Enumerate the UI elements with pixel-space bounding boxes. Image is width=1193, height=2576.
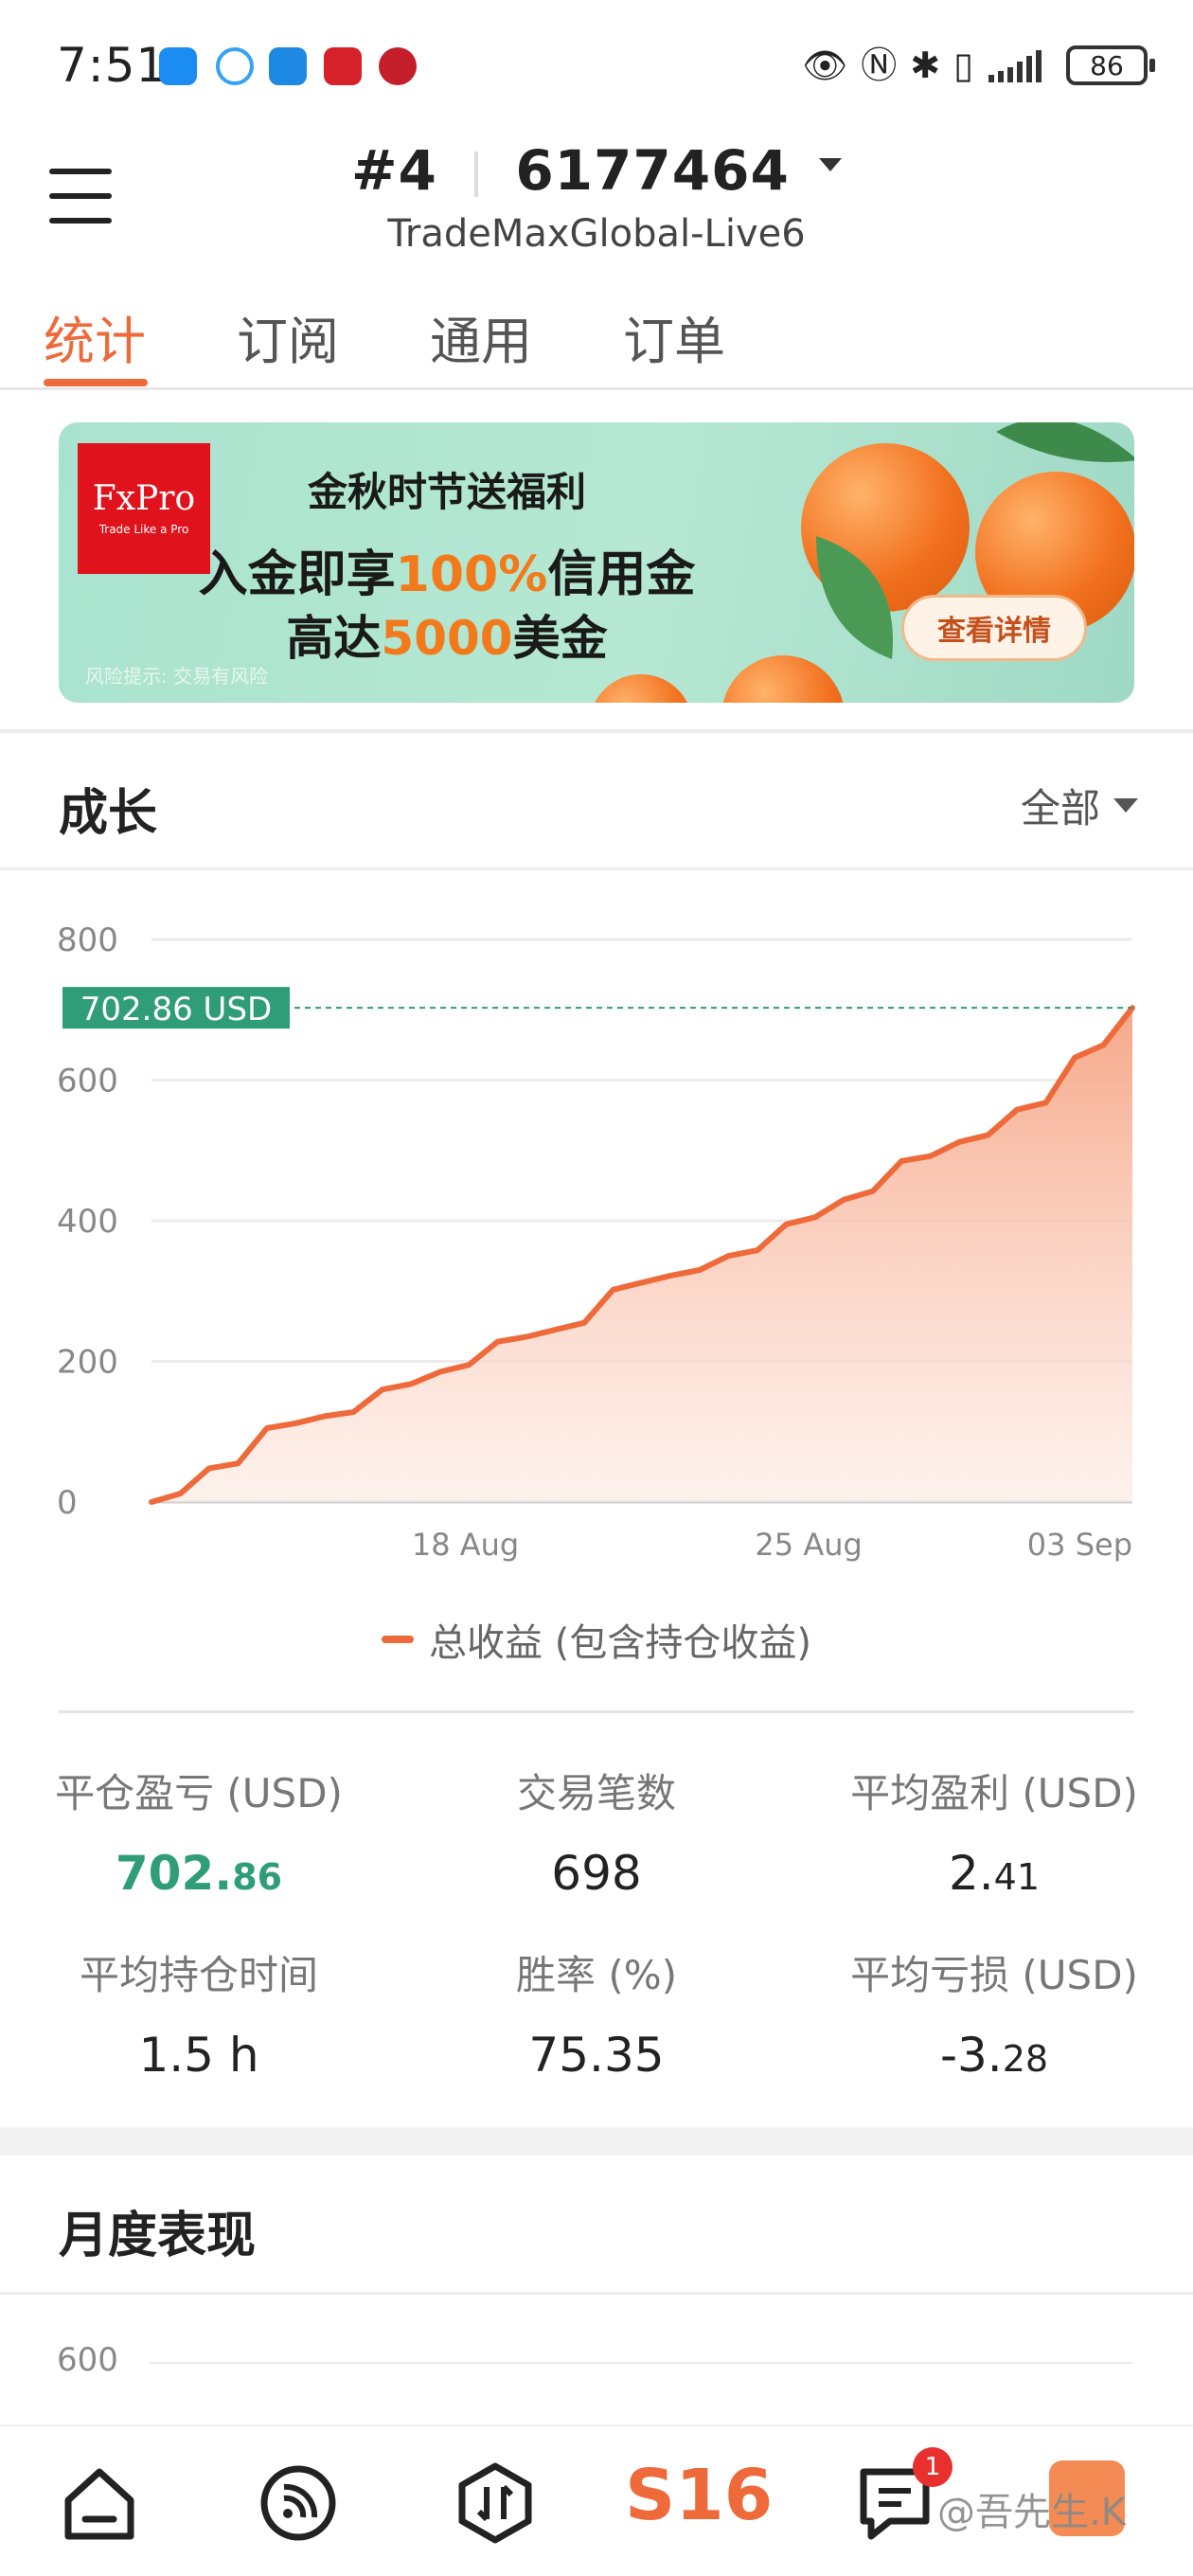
section-gap [0,2127,1193,2156]
account-number: 6177464 [515,138,790,203]
growth-chart: 800 600 400 200 0 702.86 USD 18 Aug 25 Aug 03 Se… [57,921,1135,1563]
battery-indicator: 86 [1066,45,1155,85]
closed-pl-label: 平仓盈亏 (USD) [55,1770,343,1816]
growth-area [151,1008,1132,1502]
win-rate-label: 胜率 (%) [515,1952,678,1998]
tab-general[interactable]: 通用 [430,299,532,374]
stat-trades: 交易笔数 698 [398,1762,795,1901]
chat-icon [159,47,197,85]
x-tick-label: 03 Sep [1027,1527,1132,1563]
chart-legend[interactable]: 总收益 (包含持仓收益) [0,1612,1193,1667]
signal-icon [988,50,1042,82]
nfc-icon: Ⓝ [861,45,898,86]
vibrate-icon: ▯ [953,45,973,86]
feed-icon[interactable] [256,2460,341,2546]
tab-statistics[interactable]: 统计 [44,299,146,374]
y-tick-label: 600 [57,1063,118,1100]
status-time: 7:51 [57,38,168,93]
stats-divider [59,1710,1134,1713]
trade-icon[interactable] [453,2460,538,2546]
growth-filter-label: 全部 [1020,785,1100,832]
win-rate-value: 75.35 [528,2028,665,2083]
status-bar: 7:51 👁 Ⓝ ✱ ▯ 86 [0,0,1193,133]
legend-swatch [382,1636,415,1643]
active-tab-indicator [44,379,148,386]
y-tick-label: 800 [57,921,118,959]
banner-amount: 高达5000美金 [286,611,608,666]
section-divider [0,2292,1193,2295]
orange-decoration [589,674,693,703]
avg-hold-value: 1.5 h [138,2028,259,2083]
avg-hold-label: 平均持仓时间 [79,1952,318,1998]
stat-closed-pl: 平仓盈亏 (USD) 702.86 [0,1762,398,1901]
tab-bar: 统计 订阅 通用 订单 [0,284,1193,390]
stat-avg-hold: 平均持仓时间 1.5 h [0,1943,398,2083]
x-tick-label: 25 Aug [755,1527,862,1563]
current-value-label: 702.86 USD [80,991,272,1029]
stat-avg-loss: 平均亏损 (USD) -3.28 [795,1943,1193,2083]
trades-label: 交易笔数 [516,1770,676,1816]
y-tick-label: 400 [57,1203,118,1241]
account-selector[interactable]: #4 6177464 [0,138,1193,203]
avg-loss-label: 平均亏损 (USD) [850,1952,1138,1998]
bluetooth-icon: ✱ [910,45,941,86]
stat-win-rate: 胜率 (%) 75.35 [398,1943,795,2083]
x-tick-label: 18 Aug [412,1527,519,1563]
eye-icon: 👁 [801,45,848,86]
closed-pl-value: 702.86 [115,1846,283,1901]
account-prefix: #4 [350,138,437,203]
y-tick-label: 200 [57,1344,118,1382]
y-tick-label: 0 [57,1484,78,1522]
server-name: TradeMaxGlobal-Live6 [387,212,806,256]
battery-level: 86 [1090,49,1124,81]
banner-offer: 入金即享100%信用金 [198,546,696,603]
section-divider [0,868,1193,870]
s16-logo[interactable]: S16 [625,2455,773,2540]
avg-profit-label: 平均盈利 (USD) [850,1770,1138,1816]
view-details-button[interactable]: 查看详情 [901,595,1087,661]
legend-label: 总收益 (包含持仓收益) [429,1621,811,1665]
status-indicators: 👁 Ⓝ ✱ ▯ 86 [801,42,1155,89]
trades-value: 698 [551,1846,642,1901]
monthly-y-tick: 600 [57,2341,118,2379]
avg-profit-value: 2.41 [948,1846,1041,1901]
monthly-title: 月度表现 [59,2208,257,2264]
growth-period-filter[interactable]: 全部 [1021,777,1138,834]
banner-headline: 金秋时节送福利 [307,469,586,515]
avg-loss-value: -3.28 [939,2028,1049,2083]
tab-subscribe[interactable]: 订阅 [237,299,339,374]
chevron-down-icon [1113,798,1138,813]
metro-icon [379,47,417,85]
stat-avg-profit: 平均盈利 (USD) 2.41 [795,1762,1193,1901]
promo-banner[interactable]: FxPro Trade Like a Pro 金秋时节送福利 入金即享100%信… [59,422,1134,703]
monthly-gridline [150,2362,1132,2364]
account-divider [474,151,479,197]
browser-icon [269,47,307,85]
home-icon[interactable] [57,2460,142,2546]
watermark: @吾先生.K [937,2491,1126,2534]
weather-icon [216,47,254,85]
chevron-down-icon [819,157,843,171]
tab-orders[interactable]: 订单 [623,299,725,374]
news-icon [324,47,362,85]
leaf-decoration [996,422,1134,462]
section-divider [0,729,1193,733]
risk-notice: 风险提示: 交易有风险 [85,665,269,688]
growth-title: 成长 [59,785,158,842]
